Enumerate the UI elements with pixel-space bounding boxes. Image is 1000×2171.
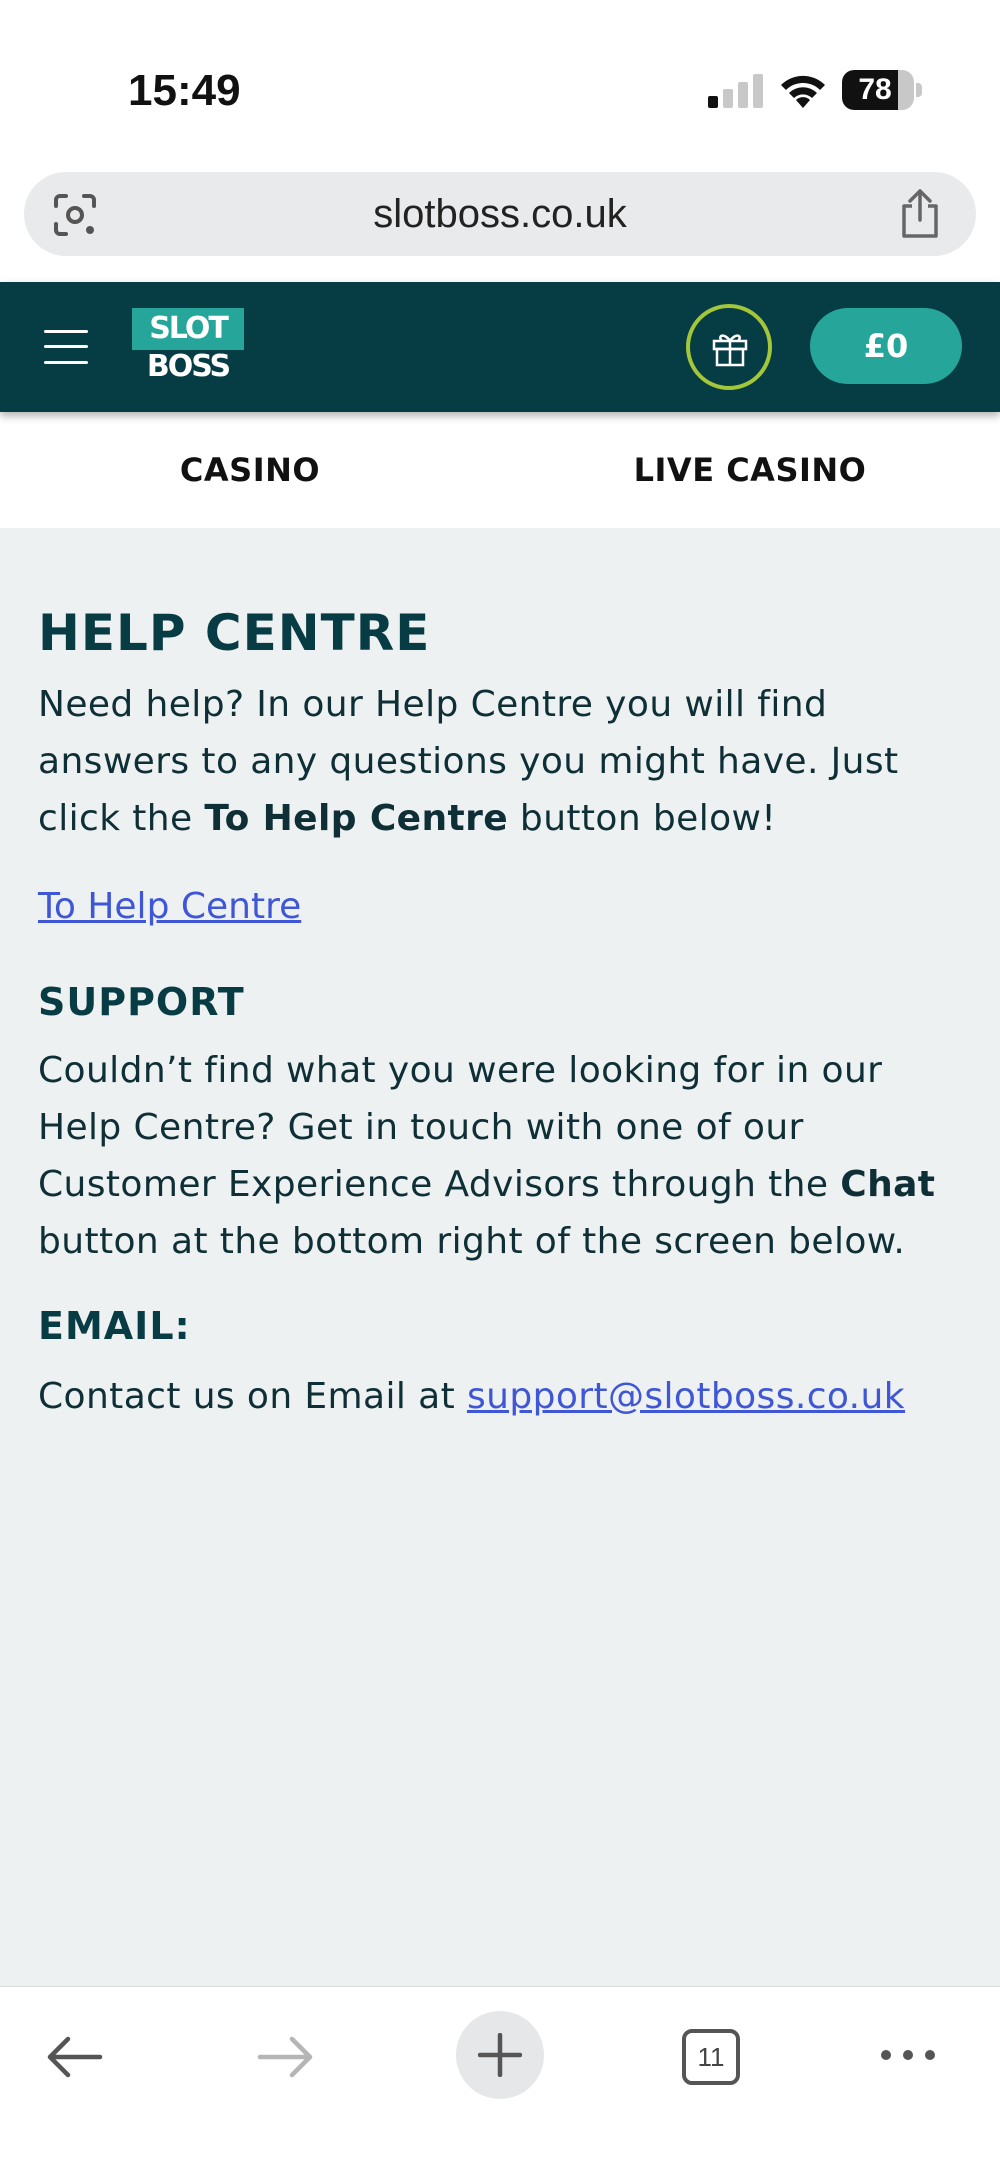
plus-icon [478,2033,522,2077]
browser-toolbar: 11 [0,1986,1000,2171]
share-icon[interactable] [896,188,944,240]
more-options-icon[interactable] [878,2043,938,2067]
menu-icon[interactable] [44,328,88,366]
back-arrow-icon[interactable] [44,2035,104,2079]
email-title: EMAIL: [38,1304,191,1348]
battery-icon: 78 [842,70,922,110]
gift-icon [712,334,748,367]
battery-percent: 78 [858,73,892,106]
slotboss-logo[interactable]: SLOT BOSS [132,308,244,388]
help-centre-text: Need help? In our Help Centre you will f… [38,684,899,839]
support-title: SUPPORT [38,980,245,1024]
tab-live-casino[interactable]: LIVE CASINO [500,412,1000,528]
support-email-link[interactable]: support@slotboss.co.uk [467,1376,905,1417]
site-header: SLOT BOSS £0 [0,282,1000,412]
rewards-button[interactable] [686,304,772,390]
logo-bottom-text: BOSS [146,349,231,384]
forward-arrow-icon[interactable] [256,2035,316,2079]
email-text: Contact us on Email at support@slotboss.… [38,1376,905,1417]
main-content: HELP CENTRE Need help? In our Help Centr… [0,528,1000,1986]
status-time: 15:49 [128,66,241,115]
new-tab-button[interactable] [456,2011,544,2099]
logo-top-text: SLOT [132,308,244,350]
help-centre-title: HELP CENTRE [38,604,431,662]
tab-casino[interactable]: CASINO [0,412,500,528]
battery-body: 78 [842,70,914,110]
tab-switcher-button[interactable]: 11 [682,2029,740,2085]
support-text: Couldn’t find what you were looking for … [38,1050,936,1262]
url-text[interactable]: slotboss.co.uk [24,172,976,256]
cellular-signal-icon [708,74,763,108]
address-bar[interactable]: slotboss.co.uk [24,172,976,256]
balance-button[interactable]: £0 [810,308,962,384]
wifi-icon [781,75,825,108]
to-help-centre-link[interactable]: To Help Centre [38,886,301,927]
category-tabs: CASINO LIVE CASINO [0,412,1000,528]
status-bar: 15:49 78 [0,0,1000,160]
battery-cap [916,83,922,97]
